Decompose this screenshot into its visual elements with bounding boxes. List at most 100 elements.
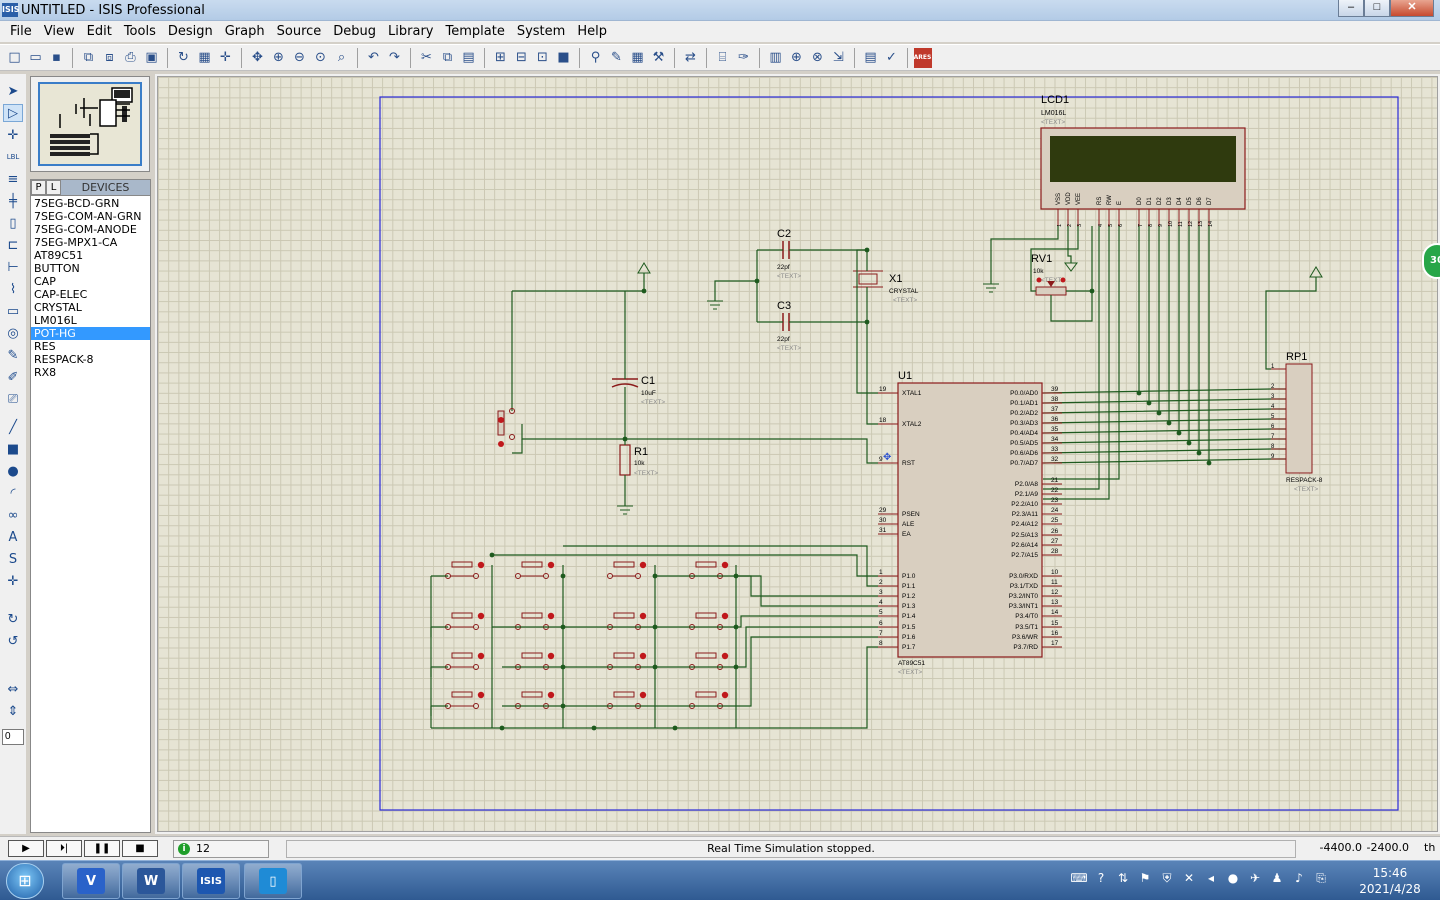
wire-label-icon[interactable]: LBL <box>3 148 23 166</box>
tray-icon[interactable]: ⌨ <box>1068 871 1090 887</box>
print-icon[interactable]: ⎙ <box>121 48 141 68</box>
paste-icon[interactable]: ▤ <box>459 48 479 68</box>
block-move-icon[interactable]: ⊟ <box>512 48 532 68</box>
schematic-drawing[interactable]: LCD1 LM016L <TEXT> VSS 1 VDD 2 VEE 3 RS 4 RW 5 E 6 D0 7 D… <box>158 77 1438 832</box>
copy-icon[interactable]: ⧉ <box>438 48 458 68</box>
minimize-button[interactable]: – <box>1338 0 1364 17</box>
close-button[interactable]: ✕ <box>1390 0 1434 17</box>
play-button[interactable]: ▶ <box>8 840 44 857</box>
device-item[interactable]: 7SEG-MPX1-CA <box>31 236 150 249</box>
current-probe-icon[interactable]: ✐ <box>3 368 23 386</box>
marker-2d-icon[interactable]: ✛ <box>3 572 23 590</box>
search-tag-icon[interactable]: ⌸ <box>713 48 733 68</box>
tray-icon[interactable]: ? <box>1090 871 1112 887</box>
buses-icon[interactable]: ╪ <box>3 192 23 210</box>
line-2d-icon[interactable]: ╱ <box>3 418 23 436</box>
menu-edit[interactable]: Edit <box>81 24 118 39</box>
block-rotate-icon[interactable]: ⊡ <box>533 48 553 68</box>
zoom-in-icon[interactable]: ⊕ <box>269 48 289 68</box>
arc-2d-icon[interactable]: ◜ <box>3 484 23 502</box>
new-file-icon[interactable]: □ <box>5 48 25 68</box>
menu-source[interactable]: Source <box>271 24 328 39</box>
isis-app-taskbar-button[interactable]: ISIS <box>182 863 240 899</box>
device-item[interactable]: BUTTON <box>31 262 150 275</box>
origin-icon[interactable]: ✛ <box>216 48 236 68</box>
device-item[interactable]: LM016L <box>31 314 150 327</box>
text-2d-icon[interactable]: A <box>3 528 23 546</box>
erc-icon[interactable]: ✓ <box>882 48 902 68</box>
messages-button[interactable]: i 12 Message(s) <box>173 840 269 871</box>
maximize-button[interactable]: □ <box>1364 0 1390 17</box>
device-item[interactable]: CAP-ELEC <box>31 288 150 301</box>
step-button[interactable]: ⏵| <box>46 840 82 857</box>
generator-icon[interactable]: ◎ <box>3 324 23 342</box>
component-mode-icon[interactable]: ▷ <box>3 104 23 122</box>
remove-sheet-icon[interactable]: ⊕ <box>787 48 807 68</box>
block-delete-icon[interactable]: ■ <box>554 48 574 68</box>
library-manager-button[interactable]: L <box>46 180 61 195</box>
grid-icon[interactable]: ▦ <box>195 48 215 68</box>
subcircuit-icon[interactable]: ▯ <box>3 214 23 232</box>
text-script-icon[interactable]: ≡ <box>3 170 23 188</box>
tray-icon[interactable]: ⛨ <box>1156 871 1178 887</box>
word-app-taskbar-button[interactable]: W <box>122 863 180 899</box>
coordinate-unit[interactable]: th <box>1424 840 1435 856</box>
decompose-icon[interactable]: ⚒ <box>649 48 669 68</box>
terminals-icon[interactable]: ⊏ <box>3 236 23 254</box>
block-copy-icon[interactable]: ⊞ <box>491 48 511 68</box>
shield-app-taskbar-button[interactable]: V <box>62 863 120 899</box>
box-2d-icon[interactable]: ■ <box>3 440 23 458</box>
device-item[interactable]: CAP <box>31 275 150 288</box>
bom-icon[interactable]: ▤ <box>861 48 881 68</box>
cut-icon[interactable]: ✂ <box>417 48 437 68</box>
graph-icon[interactable]: ⌇ <box>3 280 23 298</box>
wire-autorouter-icon[interactable]: ⇄ <box>681 48 701 68</box>
tray-icon[interactable]: ⇅ <box>1112 871 1134 887</box>
tray-icon[interactable]: ♟ <box>1266 871 1288 887</box>
path-2d-icon[interactable]: ∞ <box>3 506 23 524</box>
import-icon[interactable]: ⧉ <box>79 48 99 68</box>
stop-button[interactable]: ■ <box>122 840 158 857</box>
netlist-icon[interactable]: ⇲ <box>829 48 849 68</box>
virtual-instruments-icon[interactable]: ⎚ <box>3 390 23 408</box>
phone-app-taskbar-button[interactable]: ▯ <box>244 863 302 899</box>
clock[interactable]: 15:46 2021/4/28 <box>1350 865 1430 897</box>
device-item[interactable]: POT-HG <box>31 327 150 340</box>
device-item[interactable]: CRYSTAL <box>31 301 150 314</box>
device-item[interactable]: RESPACK-8 <box>31 353 150 366</box>
device-item[interactable]: RX8 <box>31 366 150 379</box>
menu-view[interactable]: View <box>38 24 81 39</box>
circle-2d-icon[interactable]: ● <box>3 462 23 480</box>
device-item[interactable]: 7SEG-COM-ANODE <box>31 223 150 236</box>
floating-badge[interactable]: 30 <box>1422 243 1440 279</box>
menu-file[interactable]: File <box>4 24 38 39</box>
tray-icon[interactable]: ✕ <box>1178 871 1200 887</box>
pick-devices-button[interactable]: P <box>31 180 46 195</box>
tray-icon[interactable]: ⚑ <box>1134 871 1156 887</box>
mirror-x-icon[interactable]: ⇔ <box>3 680 23 698</box>
tray-icon[interactable]: ♪ <box>1288 871 1310 887</box>
menu-design[interactable]: Design <box>162 24 219 39</box>
property-assign-icon[interactable]: ✑ <box>734 48 754 68</box>
symbol-2d-icon[interactable]: S <box>3 550 23 568</box>
tray-icon[interactable]: ⎘ <box>1310 871 1332 887</box>
export-icon[interactable]: ⧈ <box>100 48 120 68</box>
rotate-anticlockwise-icon[interactable]: ↺ <box>3 632 23 650</box>
pick-device-icon[interactable]: ⚲ <box>586 48 606 68</box>
zoom-out-icon[interactable]: ⊖ <box>290 48 310 68</box>
rotate-clockwise-icon[interactable]: ↻ <box>3 610 23 628</box>
device-item[interactable]: RES <box>31 340 150 353</box>
menu-debug[interactable]: Debug <box>327 24 382 39</box>
rotation-angle-field[interactable]: 0 <box>2 729 24 745</box>
menu-tools[interactable]: Tools <box>118 24 162 39</box>
exit-to-parent-icon[interactable]: ⊗ <box>808 48 828 68</box>
zoom-all-icon[interactable]: ⊙ <box>311 48 331 68</box>
device-item[interactable]: AT89C51 <box>31 249 150 262</box>
open-folder-icon[interactable]: ▭ <box>26 48 46 68</box>
voltage-probe-icon[interactable]: ✎ <box>3 346 23 364</box>
menu-graph[interactable]: Graph <box>219 24 271 39</box>
redo-icon[interactable]: ↷ <box>385 48 405 68</box>
pause-button[interactable]: ❚❚ <box>84 840 120 857</box>
ares-icon[interactable]: ARES <box>913 47 932 68</box>
package-icon[interactable]: ▦ <box>628 48 648 68</box>
